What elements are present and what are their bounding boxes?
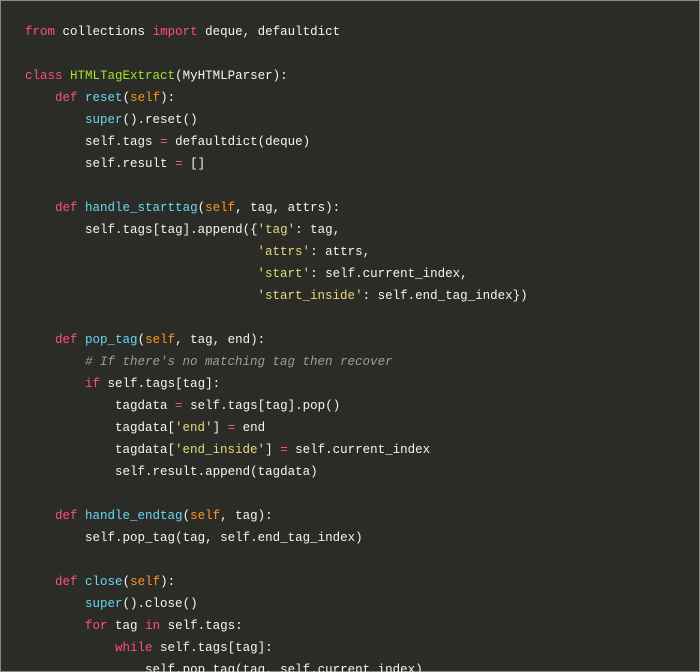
- builtin-super: super: [85, 113, 123, 127]
- kw-from: from: [25, 25, 55, 39]
- def-close: close: [85, 575, 123, 589]
- kw-def: def: [55, 91, 78, 105]
- class-name: HTMLTagExtract: [70, 69, 175, 83]
- base-class: MyHTMLParser: [183, 69, 273, 83]
- module-name: collections: [63, 25, 146, 39]
- param-self: self: [130, 91, 160, 105]
- import-names: deque, defaultdict: [205, 25, 340, 39]
- comment: # If there's no matching tag then recove…: [85, 355, 393, 369]
- code-block: from collections import deque, defaultdi…: [1, 1, 699, 672]
- def-handle-endtag: handle_endtag: [85, 509, 183, 523]
- kw-class: class: [25, 69, 63, 83]
- def-handle-starttag: handle_starttag: [85, 201, 198, 215]
- kw-import: import: [153, 25, 198, 39]
- def-pop-tag: pop_tag: [85, 333, 138, 347]
- def-reset: reset: [85, 91, 123, 105]
